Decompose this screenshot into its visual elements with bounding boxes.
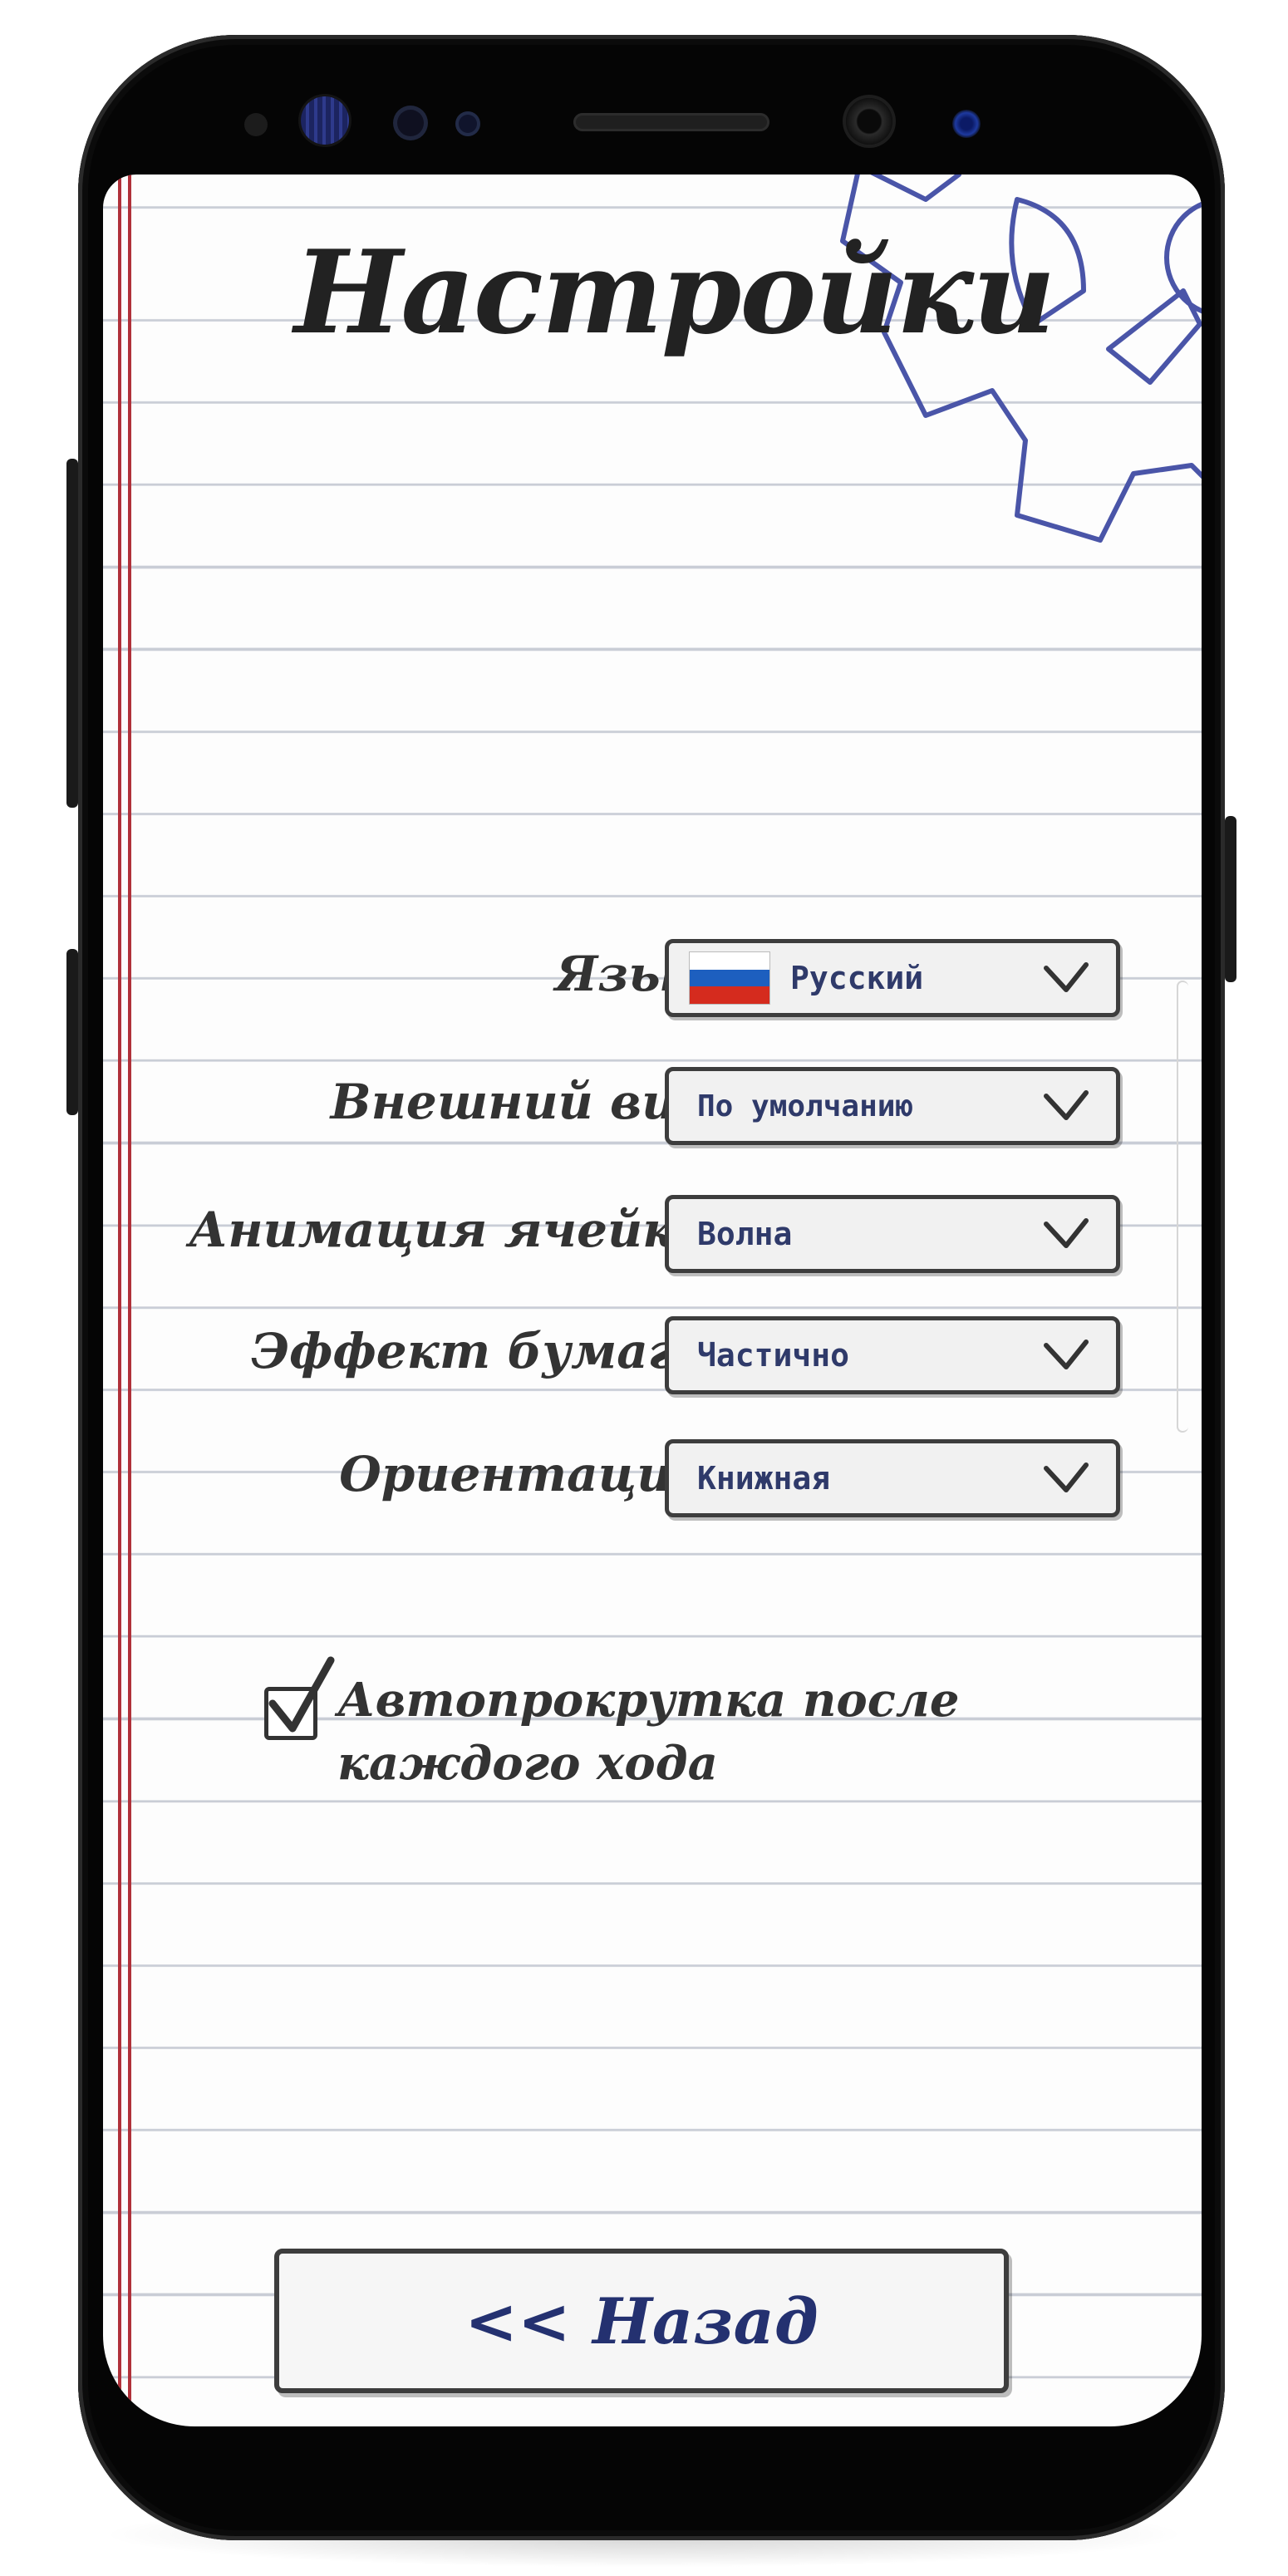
check-icon <box>268 1656 335 1733</box>
margin-line-right <box>128 175 131 2426</box>
iris-led <box>952 110 981 138</box>
sensor-dot-small <box>459 115 477 133</box>
orientation-value: Книжная <box>697 1460 831 1497</box>
bixby-button <box>66 949 78 1115</box>
side-edge-handle <box>1177 981 1188 1433</box>
chevron-down-icon <box>1044 1340 1089 1369</box>
power-button <box>1225 816 1236 982</box>
paper-effect-label: Эффект бумаги: <box>251 1323 728 1379</box>
cell-animation-value: Волна <box>697 1216 793 1252</box>
settings-screen: Настройки Язык: Русский Внешний вид: По … <box>103 175 1202 2426</box>
language-label: Язык: <box>555 946 728 1002</box>
page-title: Настройки <box>294 224 1055 360</box>
appearance-value: По умолчанию <box>697 1089 914 1123</box>
autoscroll-label-line2: каждого хода <box>337 1736 718 1791</box>
cell-animation-label: Анимация ячейки: <box>188 1202 728 1258</box>
iris-scanner <box>301 96 349 145</box>
russia-flag-icon <box>689 951 770 1005</box>
chevron-down-icon <box>1044 1218 1089 1248</box>
paper-effect-dropdown[interactable]: Частично <box>665 1316 1120 1394</box>
volume-button <box>66 459 78 808</box>
language-value: Русский <box>790 960 924 996</box>
cell-animation-dropdown[interactable]: Волна <box>665 1195 1120 1273</box>
front-camera <box>846 98 892 145</box>
chevron-down-icon <box>1044 962 1089 992</box>
earpiece-speaker <box>573 113 769 131</box>
sensor-dot <box>397 110 424 136</box>
appearance-label: Внешний вид: <box>330 1074 728 1130</box>
paper-effect-value: Частично <box>697 1337 850 1374</box>
chevron-down-icon <box>1044 1090 1089 1120</box>
proximity-sensor <box>244 113 268 136</box>
appearance-dropdown[interactable]: По умолчанию <box>665 1067 1120 1145</box>
orientation-label: Ориентация: <box>339 1446 728 1502</box>
margin-line-left <box>118 175 121 2426</box>
back-button[interactable]: << Назад <box>274 2249 1009 2393</box>
autoscroll-label-line1: Автопрокрутка после <box>337 1673 960 1728</box>
language-dropdown[interactable]: Русский <box>665 939 1120 1017</box>
autoscroll-label[interactable]: Автопрокрутка после каждого хода <box>337 1669 1019 1795</box>
orientation-dropdown[interactable]: Книжная <box>665 1439 1120 1517</box>
chevron-down-icon <box>1044 1463 1089 1492</box>
